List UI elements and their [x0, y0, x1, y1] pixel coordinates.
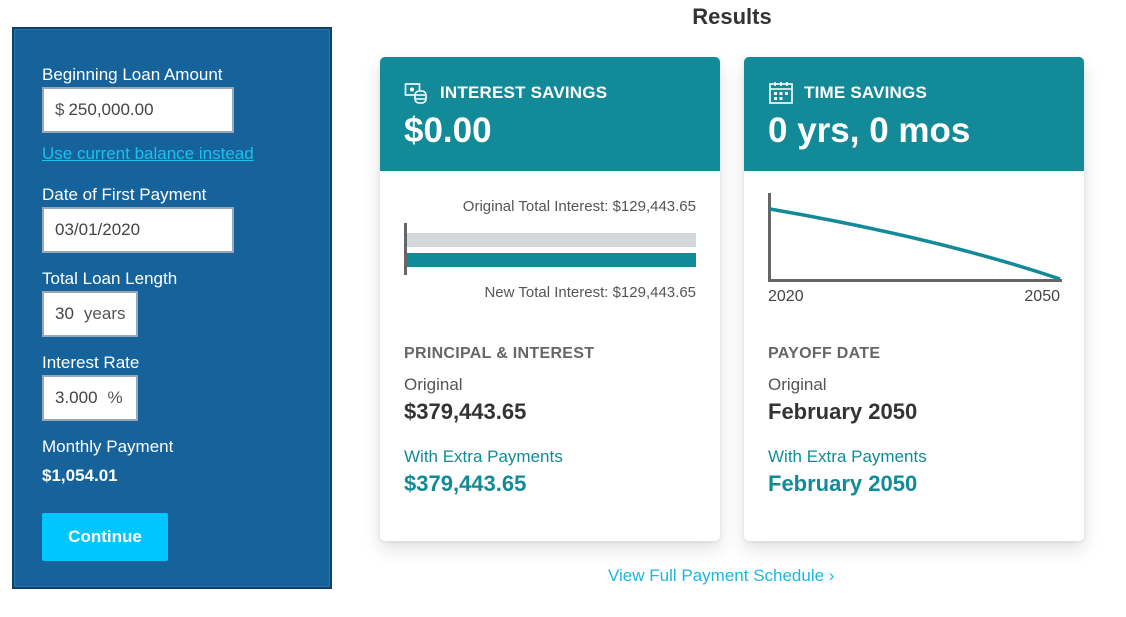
loan-length-value: 30 — [55, 304, 74, 323]
interest-savings-label: INTEREST SAVINGS — [440, 83, 608, 102]
monthly-payment-label: Monthly Payment — [42, 437, 174, 456]
time-savings-card: TIME SAVINGS 0 yrs, 0 mos 2020 2050 PAYO… — [744, 57, 1084, 541]
loan-form-panel: Beginning Loan Amount $ 250,000.00 Use c… — [12, 27, 332, 589]
chart-y-axis — [768, 193, 771, 282]
original-payoff-date: February 2050 — [768, 399, 918, 424]
loan-length-unit: years — [83, 304, 126, 323]
payoff-curve-chart — [768, 193, 1062, 282]
continue-button[interactable]: Continue — [42, 513, 168, 561]
interest-savings-value: $0.00 — [404, 111, 492, 150]
new-total-interest-label: New Total Interest: $129,443.65 — [484, 284, 696, 301]
time-savings-header: TIME SAVINGS 0 yrs, 0 mos — [744, 57, 1084, 171]
new-interest-bar — [407, 253, 696, 267]
loan-amount-input[interactable]: $ 250,000.00 — [42, 87, 234, 133]
interest-savings-card: INTEREST SAVINGS $0.00 Original Total In… — [380, 57, 720, 541]
interest-rate-unit: % — [107, 388, 123, 407]
time-savings-label: TIME SAVINGS — [804, 83, 927, 102]
time-savings-value: 0 yrs, 0 mos — [768, 111, 971, 150]
extra-payments-payoff-date: February 2050 — [768, 471, 918, 496]
use-current-balance-link[interactable]: Use current balance instead — [42, 144, 254, 164]
first-payment-date-input[interactable]: 03/01/2020 — [42, 207, 234, 253]
interest-savings-header: INTEREST SAVINGS $0.00 — [380, 57, 720, 171]
chart-end-year: 2050 — [1024, 288, 1060, 305]
interest-rate-value: 3.000 — [55, 388, 98, 407]
interest-comparison-bars — [404, 223, 696, 275]
monthly-payment-value: $1,054.01 — [42, 466, 118, 485]
results-title: Results — [692, 4, 772, 29]
loan-length-label: Total Loan Length — [42, 269, 178, 288]
original-label: Original — [404, 375, 463, 394]
money-stack-icon — [404, 83, 427, 104]
original-total-value: $379,443.65 — [404, 399, 527, 424]
balance-curve-line — [769, 207, 1061, 281]
payoff-date-title: PAYOFF DATE — [768, 345, 881, 362]
original-total-interest-label: Original Total Interest: $129,443.65 — [462, 198, 696, 215]
bar-axis-line — [404, 223, 407, 275]
loan-amount-label: Beginning Loan Amount — [42, 65, 223, 84]
original-interest-bar — [407, 233, 696, 247]
extra-payments-label: With Extra Payments — [404, 447, 563, 466]
chart-x-axis — [768, 279, 1062, 282]
principal-interest-title: PRINCIPAL & INTEREST — [404, 345, 595, 362]
original-label: Original — [768, 375, 827, 394]
loan-amount-value: 250,000.00 — [68, 100, 154, 119]
first-payment-label: Date of First Payment — [42, 185, 207, 204]
calendar-icon — [769, 82, 793, 104]
extra-payments-label: With Extra Payments — [768, 447, 927, 466]
view-payment-schedule-link[interactable]: View Full Payment Schedule › — [608, 566, 834, 586]
extra-payments-total-value: $379,443.65 — [404, 471, 527, 496]
currency-prefix: $ — [55, 100, 65, 119]
interest-rate-input[interactable]: 3.000 % — [42, 375, 138, 421]
loan-length-input[interactable]: 30 years — [42, 291, 138, 337]
interest-rate-label: Interest Rate — [42, 353, 140, 372]
chart-start-year: 2020 — [768, 288, 804, 305]
first-payment-value: 03/01/2020 — [55, 220, 141, 239]
